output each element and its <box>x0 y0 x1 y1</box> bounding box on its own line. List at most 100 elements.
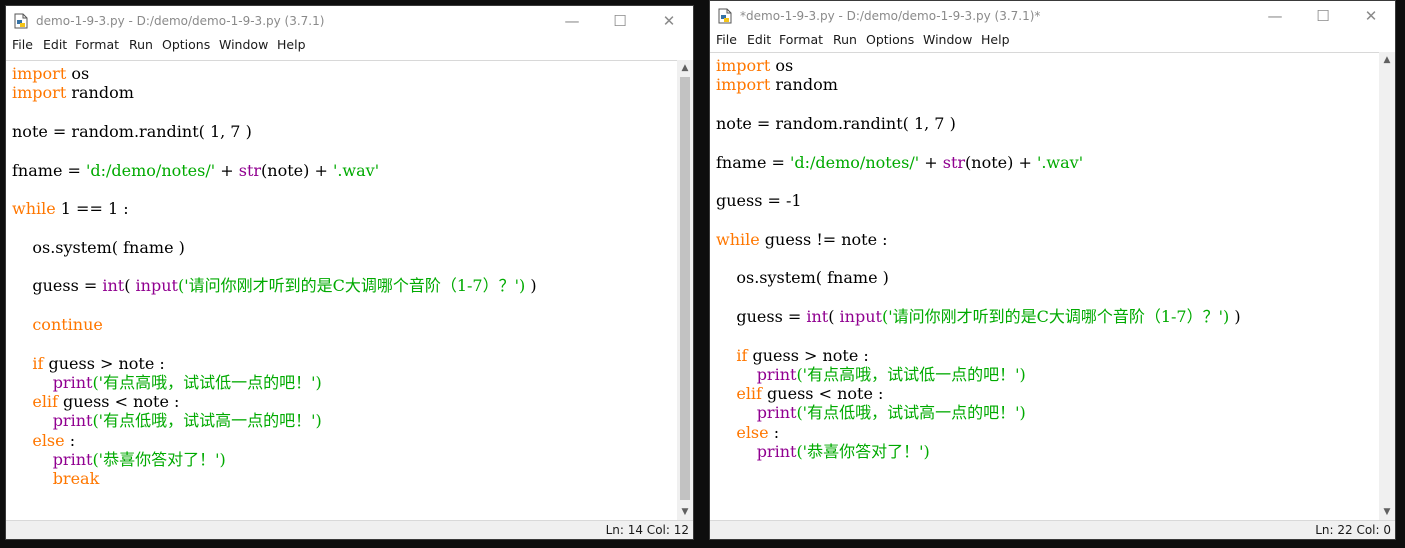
code-line: import random <box>12 83 134 102</box>
string-token: ('有点高哦，试试低一点的吧！') <box>92 372 322 392</box>
idle-editor-window-left: demo-1-9-3.py - D:/demo/demo-1-9-3.py (3… <box>5 5 694 540</box>
minimize-button[interactable]: — <box>1252 1 1298 31</box>
scroll-down-arrow-icon[interactable]: ▼ <box>1379 504 1395 520</box>
builtin-token: print <box>52 450 93 469</box>
string-token: 'd:/demo/notes/' <box>789 152 920 172</box>
keyword-token: if <box>32 353 44 373</box>
menu-help[interactable]: Help <box>277 37 306 52</box>
code-token: os.system( fname ) <box>716 268 889 288</box>
code-token: ) <box>525 276 537 296</box>
code-editor[interactable]: import os import random note = random.rand… <box>710 52 1379 520</box>
keyword-token: if <box>736 345 748 365</box>
code-token: os.system( fname ) <box>12 237 185 257</box>
code-line: guess = -1 <box>716 191 802 210</box>
code-token: guess != note : <box>759 229 888 249</box>
code-line: print('有点高哦，试试低一点的吧！') <box>716 365 1026 384</box>
title-bar[interactable]: *demo-1-9-3.py - D:/demo/demo-1-9-3.py (… <box>710 1 1395 31</box>
builtin-token: print <box>52 411 93 431</box>
close-button[interactable]: ✕ <box>646 6 692 36</box>
menu-run[interactable]: Run <box>833 32 857 47</box>
minimize-button[interactable]: — <box>549 6 595 36</box>
keyword-token: else <box>736 422 769 442</box>
menu-options[interactable]: Options <box>162 37 210 52</box>
scroll-up-arrow-icon[interactable]: ▲ <box>1379 52 1395 68</box>
vertical-scrollbar[interactable]: ▲ ▼ <box>1379 52 1395 520</box>
keyword-token: while <box>12 199 56 219</box>
menu-run[interactable]: Run <box>129 37 153 52</box>
scroll-down-arrow-icon[interactable]: ▼ <box>677 504 693 520</box>
string-token: ('有点低哦，试试高一点的吧！') <box>796 403 1026 423</box>
code-token: guess = -1 <box>716 191 802 211</box>
menu-window[interactable]: Window <box>219 37 268 52</box>
code-line: os.system( fname ) <box>12 238 185 257</box>
builtin-token: print <box>756 403 797 423</box>
builtin-token: input <box>839 306 882 326</box>
code-line: guess = int( input('请问你刚才听到的是C大调哪个音阶（1-7… <box>716 306 1241 326</box>
python-file-icon <box>718 8 732 24</box>
keyword-token: import <box>716 75 771 95</box>
code-token: guess > note : <box>43 353 165 373</box>
menu-window[interactable]: Window <box>923 32 972 47</box>
builtin-token: str <box>238 160 262 180</box>
code-token: ) <box>1229 306 1241 326</box>
code-token: random <box>770 75 838 95</box>
code-line: import os <box>716 56 793 75</box>
close-button[interactable]: ✕ <box>1348 1 1394 31</box>
code-token: guess > note : <box>747 345 869 365</box>
menu-help[interactable]: Help <box>981 32 1010 47</box>
code-token: + <box>919 152 943 172</box>
menu-format[interactable]: Format <box>779 32 823 47</box>
code-token: os <box>770 56 794 75</box>
code-line: print('有点高哦，试试低一点的吧！') <box>12 373 322 392</box>
idle-editor-window-right: *demo-1-9-3.py - D:/demo/demo-1-9-3.py (… <box>709 0 1396 540</box>
string-token: ('恭喜你答对了！') <box>796 442 930 461</box>
code-token: random <box>66 83 134 103</box>
builtin-token: print <box>52 372 93 392</box>
vertical-scrollbar[interactable]: ▲ ▼ <box>677 60 693 520</box>
code-token: fname = <box>12 160 86 180</box>
menu-edit[interactable]: Edit <box>747 32 771 47</box>
builtin-token: int <box>102 276 125 296</box>
menu-file[interactable]: File <box>12 37 33 52</box>
keyword-token: elif <box>32 392 58 412</box>
scroll-up-arrow-icon[interactable]: ▲ <box>677 60 693 76</box>
keyword-token: break <box>52 469 100 489</box>
code-token: guess = <box>716 306 807 326</box>
code-editor[interactable]: import os import random note = random.rand… <box>6 60 677 520</box>
code-line: fname = 'd:/demo/notes/' + str(note) + '… <box>716 153 1083 172</box>
code-line: os.system( fname ) <box>716 268 889 287</box>
menu-bar: File Edit Format Run Options Window Help <box>710 31 1395 49</box>
scroll-thumb[interactable] <box>680 77 690 500</box>
menu-edit[interactable]: Edit <box>43 37 67 52</box>
maximize-button[interactable]: ☐ <box>597 6 643 36</box>
code-line: elif guess < note : <box>716 384 883 403</box>
code-token: note = random.randint( 1, 7 ) <box>12 121 252 141</box>
code-line: print('恭喜你答对了！') <box>716 442 930 461</box>
title-bar[interactable]: demo-1-9-3.py - D:/demo/demo-1-9-3.py (3… <box>6 6 693 36</box>
menu-file[interactable]: File <box>716 32 737 47</box>
string-token: ('请问你刚才听到的是C大调哪个音阶（1-7）？') <box>177 276 526 296</box>
code-line: guess = int( input('请问你刚才听到的是C大调哪个音阶（1-7… <box>12 276 537 296</box>
maximize-button[interactable]: ☐ <box>1300 1 1346 31</box>
keyword-token: import <box>12 64 67 83</box>
code-line: elif guess < note : <box>12 392 179 411</box>
window-title: demo-1-9-3.py - D:/demo/demo-1-9-3.py (3… <box>36 14 325 28</box>
code-line: else : <box>716 423 779 442</box>
code-line: import os <box>12 64 89 83</box>
menu-options[interactable]: Options <box>866 32 914 47</box>
code-token: + <box>215 160 239 180</box>
builtin-token: print <box>756 364 797 384</box>
code-line: break <box>12 469 100 489</box>
code-token: note = random.randint( 1, 7 ) <box>716 113 956 133</box>
code-line: print('有点低哦，试试高一点的吧！') <box>12 411 322 430</box>
menu-format[interactable]: Format <box>75 37 119 52</box>
code-token: (note) + <box>965 152 1037 172</box>
